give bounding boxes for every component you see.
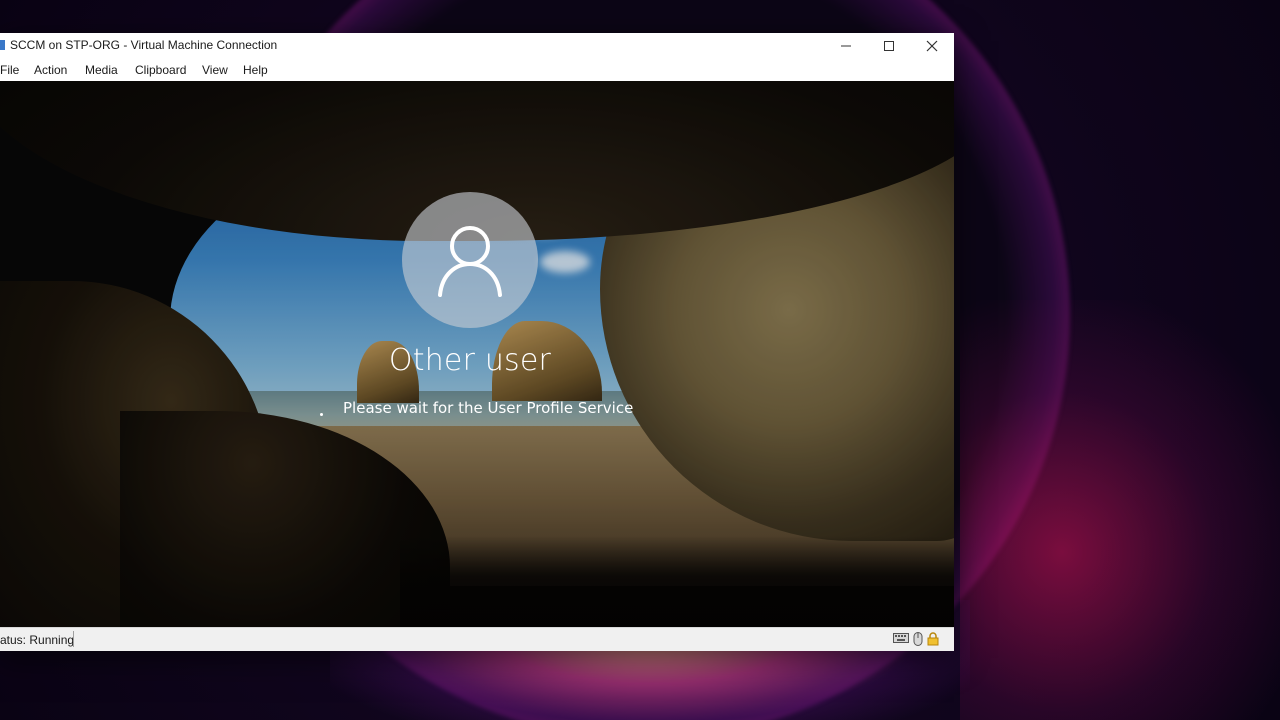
menu-clipboard[interactable]: Clipboard [135, 63, 186, 77]
login-username: Other user [388, 343, 552, 378]
title-bar[interactable]: SCCM on STP-ORG - Virtual Machine Connec… [0, 33, 954, 58]
window-title: SCCM on STP-ORG - Virtual Machine Connec… [10, 38, 278, 52]
maximize-button[interactable] [867, 33, 911, 58]
loading-spinner-icon [320, 413, 323, 416]
keyboard-icon [893, 633, 909, 643]
lock-icon [927, 632, 939, 646]
vm-connection-icon [0, 40, 5, 50]
vm-connection-window[interactable]: SCCM on STP-ORG - Virtual Machine Connec… [0, 33, 954, 651]
close-button[interactable] [910, 33, 954, 58]
minimize-button[interactable] [824, 33, 868, 58]
vm-status-text: atus: Running [0, 633, 75, 647]
maximize-icon [884, 40, 894, 51]
status-bar: atus: Running [0, 627, 954, 651]
menu-action[interactable]: Action [34, 63, 67, 77]
wallpaper-glow [960, 300, 1280, 720]
avatar [402, 192, 538, 328]
minimize-icon [841, 45, 851, 46]
menu-file[interactable]: File [0, 63, 19, 77]
status-divider [73, 631, 74, 647]
menu-view[interactable]: View [202, 63, 228, 77]
mouse-icon [913, 632, 923, 646]
login-status-message: Please wait for the User Profile Service [343, 399, 634, 417]
menu-bar: File Action Media Clipboard View Help [0, 58, 954, 81]
user-icon [438, 226, 502, 297]
menu-help[interactable]: Help [243, 63, 268, 77]
guest-display[interactable]: Other user Please wait for the User Prof… [0, 81, 954, 627]
menu-media[interactable]: Media [85, 63, 118, 77]
close-icon [926, 40, 938, 51]
